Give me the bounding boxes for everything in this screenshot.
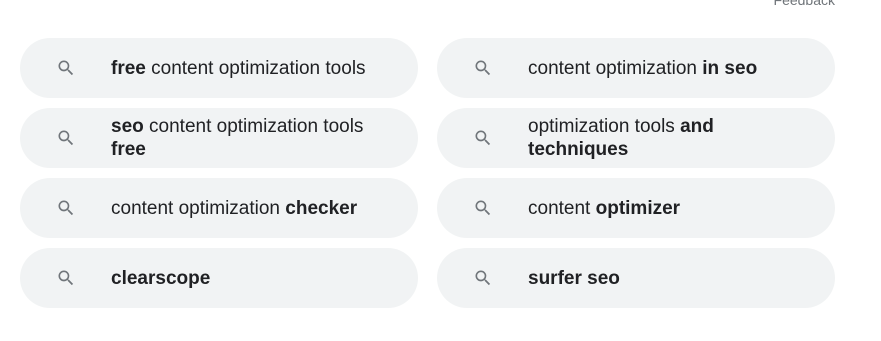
search-icon xyxy=(54,196,78,220)
suggestion-text: free content optimization tools xyxy=(111,57,396,80)
suggestion-bold-part: surfer seo xyxy=(528,267,620,289)
suggestion-bold-part: clearscope xyxy=(111,267,211,289)
suggestion-part: content optimization tools xyxy=(145,57,366,79)
suggestion-text: content optimization checker xyxy=(111,197,387,220)
suggestion-bold-part: in seo xyxy=(702,57,758,79)
related-search-item[interactable]: clearscope xyxy=(20,248,418,308)
search-icon xyxy=(471,266,495,290)
suggestion-bold-part: free xyxy=(111,57,146,79)
related-search-item[interactable]: content optimization checker xyxy=(20,178,418,238)
suggestion-part: content xyxy=(528,197,596,219)
suggestion-text: optimization tools and techniques xyxy=(528,115,835,161)
suggestion-text: content optimization in seo xyxy=(528,57,787,80)
suggestion-text: surfer seo xyxy=(528,267,650,290)
related-search-item[interactable]: seo content optimization tools free xyxy=(20,108,418,168)
suggestion-part: content optimization xyxy=(111,197,286,219)
search-icon xyxy=(54,126,78,150)
search-icon xyxy=(471,126,495,150)
related-search-item[interactable]: surfer seo xyxy=(437,248,835,308)
suggestion-part: content optimization tools xyxy=(143,116,364,137)
related-searches-grid: free content optimization tools content … xyxy=(20,38,835,308)
suggestion-text: seo content optimization tools free xyxy=(111,115,418,161)
suggestion-bold-part: seo xyxy=(111,116,144,137)
search-icon xyxy=(54,56,78,80)
feedback-link[interactable]: Feedback xyxy=(774,0,835,9)
suggestion-bold-part: free xyxy=(111,139,146,160)
suggestion-bold-part: optimizer xyxy=(595,197,681,219)
related-search-item[interactable]: content optimization in seo xyxy=(437,38,835,98)
suggestion-text: content optimizer xyxy=(528,197,710,220)
related-search-item[interactable]: optimization tools and techniques xyxy=(437,108,835,168)
search-icon xyxy=(54,266,78,290)
search-icon xyxy=(471,56,495,80)
suggestion-bold-part: checker xyxy=(285,197,358,219)
suggestion-text: clearscope xyxy=(111,267,240,290)
suggestion-part: optimization tools xyxy=(528,116,681,137)
search-icon xyxy=(471,196,495,220)
related-search-item[interactable]: content optimizer xyxy=(437,178,835,238)
suggestion-part: content optimization xyxy=(528,57,703,79)
related-search-item[interactable]: free content optimization tools xyxy=(20,38,418,98)
